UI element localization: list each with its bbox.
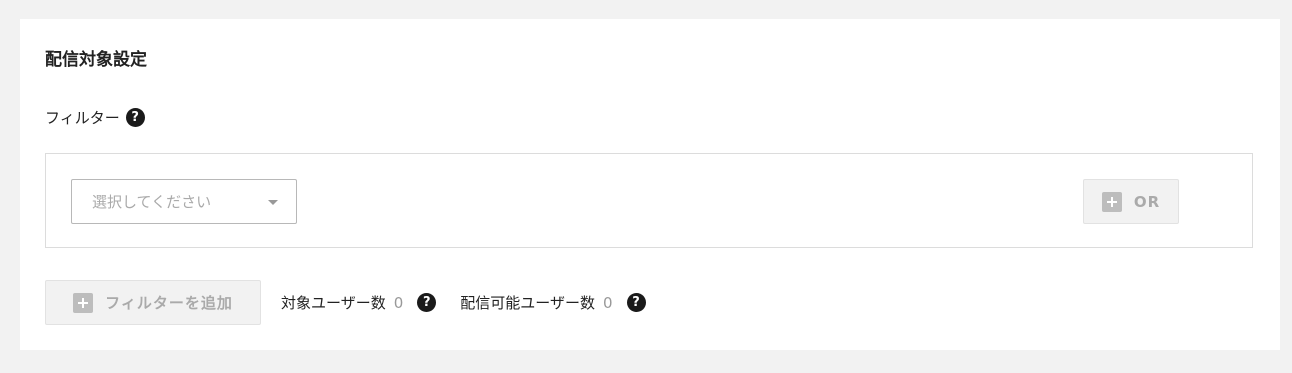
- filter-select-placeholder: 選択してください: [92, 193, 212, 211]
- filter-select[interactable]: 選択してください: [71, 179, 297, 224]
- target-users-label: 対象ユーザー数: [281, 294, 386, 312]
- delivery-target-panel: 配信対象設定 フィルター ? 選択してください OR フィルターを追加 対象ユー…: [20, 19, 1280, 350]
- or-button-label: OR: [1133, 192, 1161, 211]
- filter-help-icon[interactable]: ?: [125, 108, 145, 127]
- plus-icon: [1101, 191, 1122, 212]
- filter-condition-box: 選択してください OR: [45, 153, 1253, 248]
- or-button[interactable]: OR: [1083, 179, 1179, 224]
- deliverable-users-label: 配信可能ユーザー数: [460, 294, 595, 312]
- section-title: 配信対象設定: [45, 50, 147, 70]
- filter-label: フィルター: [45, 109, 120, 127]
- deliverable-users-count: 0: [602, 293, 613, 312]
- deliverable-users-help-icon[interactable]: ?: [626, 293, 646, 312]
- target-users-help-icon[interactable]: ?: [417, 293, 437, 312]
- add-filter-button[interactable]: フィルターを追加: [45, 280, 261, 325]
- target-users-count-group: 対象ユーザー数 0 ?: [281, 292, 437, 313]
- filter-footer-row: フィルターを追加 対象ユーザー数 0 ? 配信可能ユーザー数 0 ?: [45, 280, 646, 325]
- target-users-count: 0: [393, 293, 404, 312]
- caret-down-icon: [268, 200, 278, 205]
- plus-icon: [73, 292, 94, 313]
- add-filter-button-label: フィルターを追加: [105, 294, 233, 312]
- filter-label-row: フィルター ?: [45, 107, 145, 128]
- deliverable-users-count-group: 配信可能ユーザー数 0 ?: [460, 292, 646, 313]
